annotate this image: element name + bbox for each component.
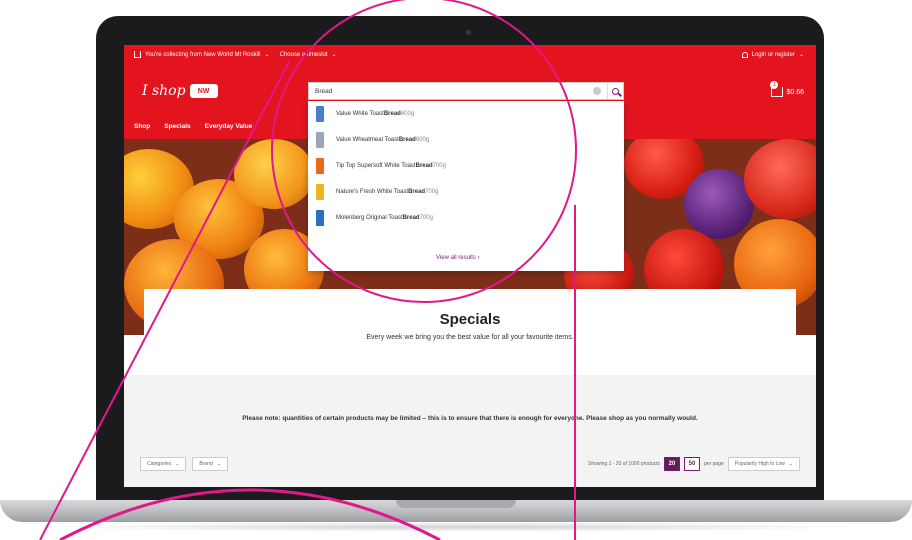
laptop-notch [396,500,516,508]
per-page-20-button[interactable]: 20 [664,457,681,471]
laptop-shadow [40,522,872,532]
product-thumbnail [316,132,324,148]
suggestion-match: Bread [383,111,401,117]
search-suggestions: Value White Toast Bread 600g Value Wheat… [308,101,624,271]
login-text: Login or register [751,51,795,58]
brand-dropdown[interactable]: Brand ⌄ [192,457,228,471]
suggestion-name: Tip Top Supersoft White Toast [336,163,416,169]
user-icon [741,51,748,58]
home-icon [134,51,141,58]
collect-text: You're collecting from New World Mt Rosk… [145,51,261,58]
nav-item-everyday-value[interactable]: Everyday Value [205,123,253,130]
view-all-results-link[interactable]: View all results › [436,255,480,261]
product-thumbnail [316,184,324,200]
pagination-controls: Showing 1 - 20 of 1000 products 20 50 pe… [588,457,800,471]
chevron-down-icon: ⌄ [264,52,270,58]
suggestion-size: 700g [425,189,439,195]
brand-label: Brand [199,461,213,467]
logo-badge: NW [189,84,218,98]
suggestion-size: 600g [415,137,430,143]
cart-button[interactable]: 1 $0.66 [770,81,804,97]
suggestion-size: 700g [432,163,446,169]
search-bar [308,82,624,100]
login-link[interactable]: Login or register ⌄ [741,51,804,58]
search-button[interactable] [607,83,623,99]
pepper-image [744,139,816,219]
site-logo[interactable]: I shop NW [142,83,218,99]
nav-item-specials[interactable]: Specials [164,123,190,130]
categories-label: Categories [147,461,172,467]
suggestion-name: Value White Toast [336,111,384,117]
suggestion-size: 600g [400,111,415,117]
per-page-label: per page [704,461,724,467]
results-count: Showing 1 - 20 of 1000 products [588,461,661,467]
stock-notice: Please note: quantities of certain produ… [242,415,698,422]
listing-area: Please note: quantities of certain produ… [124,375,816,487]
store-selector[interactable]: You're collecting from New World Mt Rosk… [134,51,337,58]
suggestion-match: Bread [398,137,416,143]
logo-text: I shop [142,83,186,99]
sort-label: Popularity High to Low [734,461,785,467]
chevron-down-icon: ⌄ [175,461,180,467]
suggestion-item[interactable]: Value White Toast Bread 600g [308,101,624,127]
search-input[interactable] [309,87,593,95]
suggestion-match: Bread [402,215,420,221]
chevron-down-icon: ⌄ [798,52,804,58]
suggestion-match: Bread [415,163,433,169]
suggestion-match: Bread [408,189,426,195]
browser-screen: You're collecting from New World Mt Rosk… [124,45,816,487]
suggestion-size: 700g [419,215,433,221]
filter-bar: Categories ⌄ Brand ⌄ [140,457,228,471]
search-icon [612,87,619,95]
chevron-down-icon: ⌄ [331,52,337,58]
page-title: Specials [439,311,501,328]
suggestion-item[interactable]: Nature's Fresh White Toast Bread 700g [308,179,624,205]
product-thumbnail [316,210,324,226]
page-subtitle: Every week we bring you the best value f… [366,334,574,341]
suggestion-item[interactable]: Molenberg Original Toast Bread 700g [308,205,624,231]
suggestion-name: Value Wheatmeal Toast [336,137,399,143]
sort-dropdown[interactable]: Popularity High to Low ⌄ [727,457,800,471]
suggestion-name: Molenberg Original Toast [336,215,403,221]
clear-icon[interactable] [593,87,601,95]
chevron-down-icon: ⌄ [216,461,221,467]
camera-dot [466,30,471,35]
chevron-down-icon: ⌄ [788,461,793,467]
specials-card: Specials Every week we bring you the bes… [144,289,796,375]
product-thumbnail [316,158,324,174]
product-thumbnail [316,106,324,122]
suggestion-item[interactable]: Tip Top Supersoft White Toast Bread 700g [308,153,624,179]
main-nav: Shop Specials Everyday Value [134,123,252,130]
categories-dropdown[interactable]: Categories ⌄ [140,457,187,471]
nav-item-shop[interactable]: Shop [134,123,150,130]
pepper-image [234,139,314,209]
suggestion-item[interactable]: Value Wheatmeal Toast Bread 600g [308,127,624,153]
suggestion-name: Nature's Fresh White Toast [336,189,409,195]
top-bar: You're collecting from New World Mt Rosk… [124,45,816,67]
cart-count-badge: 1 [770,81,779,89]
cart-icon: 1 [770,81,784,97]
per-page-50-button[interactable]: 50 [684,457,701,471]
timeslot-link[interactable]: Choose a timeslot [280,52,328,58]
cart-total: $0.66 [786,88,804,96]
